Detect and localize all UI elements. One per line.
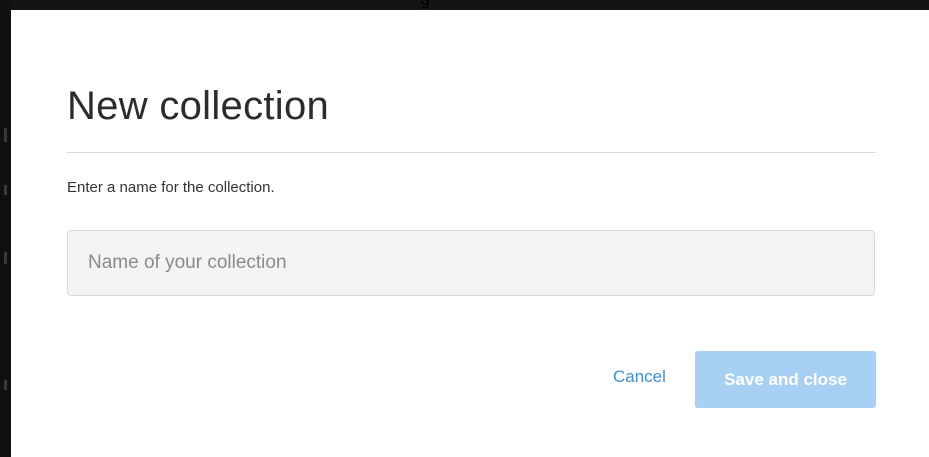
backdrop-tick	[4, 252, 7, 264]
dialog-title: New collection	[67, 84, 330, 128]
collection-name-input[interactable]	[67, 230, 875, 296]
title-divider	[67, 152, 876, 153]
backdrop-top-edge	[0, 0, 929, 10]
new-collection-dialog: New collection Enter a name for the coll…	[11, 10, 929, 457]
dialog-instruction: Enter a name for the collection.	[67, 179, 275, 196]
cancel-button[interactable]: Cancel	[613, 366, 666, 388]
backdrop-tick	[4, 128, 7, 142]
backdrop-left-edge	[0, 0, 11, 457]
save-and-close-button[interactable]: Save and close	[695, 351, 876, 408]
backdrop-tick	[4, 380, 7, 390]
backdrop-tick	[4, 185, 7, 195]
backdrop-partial-text: g	[420, 0, 430, 9]
